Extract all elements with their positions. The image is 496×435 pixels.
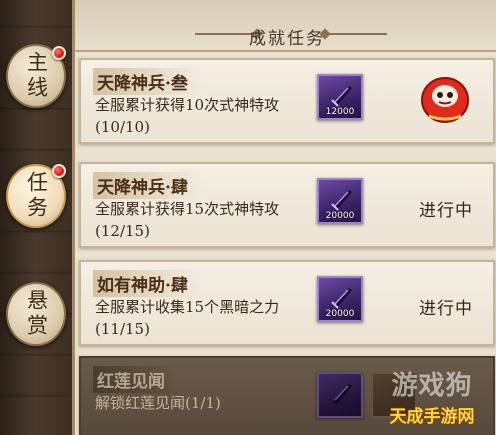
tab-bounty-label: 悬赏 [24, 289, 49, 339]
purple-blade-icon [333, 384, 352, 404]
task-description: 全服累计获得15次式神特攻(12/15) [95, 200, 280, 240]
daruma-icon[interactable] [419, 70, 471, 124]
reward-count: 20000 [325, 309, 355, 319]
tab-bounty[interactable]: 悬赏 [6, 282, 66, 346]
main-quest-notification-dot [52, 46, 66, 60]
task-title: 红莲见闻 [93, 366, 179, 393]
tab-tasks-label: 任务 [24, 171, 49, 221]
task-title: 如有神助·肆 [93, 270, 202, 297]
panel-title: 成就任务 [249, 29, 325, 49]
reward-item[interactable]: 20000 [317, 178, 363, 224]
title-ornament-right [325, 33, 387, 35]
task-status: 进行中 [419, 299, 473, 319]
purple-blade-icon [331, 288, 352, 309]
panel-header: 成就任务 [75, 0, 496, 52]
tab-main-quest-label: 主线 [24, 51, 49, 101]
task-description: 解锁红莲见闻(1/1) [95, 394, 221, 412]
reward-count: 12000 [325, 107, 355, 117]
task-description: 全服累计收集15个黑暗之力(11/15) [95, 298, 280, 338]
tasks-notification-dot [52, 164, 66, 178]
task-description: 全服累计获得10次式神特攻(10/10) [95, 96, 280, 136]
watermark-top-text: 游戏狗 [391, 371, 473, 401]
reward-item[interactable]: 12000 [317, 74, 363, 120]
reward-item[interactable] [317, 372, 363, 418]
task-title: 天降神兵·肆 [93, 172, 202, 199]
task-card[interactable]: 天降神兵·肆 全服累计获得15次式神特攻(12/15) 20000 进行中 [79, 162, 495, 248]
task-card[interactable]: 天降神兵·叁 全服累计获得10次式神特攻(10/10) 12000 [79, 58, 495, 144]
watermark: 游戏狗 天成手游网 [372, 365, 492, 427]
task-card[interactable]: 如有神助·肆 全服累计收集15个黑暗之力(11/15) 20000 进行中 [79, 260, 495, 346]
task-title: 天降神兵·叁 [93, 68, 202, 95]
task-status: 进行中 [419, 201, 473, 221]
reward-count: 20000 [325, 211, 355, 221]
watermark-bottom-text: 天成手游网 [389, 407, 475, 427]
purple-blade-icon [331, 190, 352, 211]
reward-item[interactable]: 20000 [317, 276, 363, 322]
purple-blade-icon [331, 86, 352, 107]
